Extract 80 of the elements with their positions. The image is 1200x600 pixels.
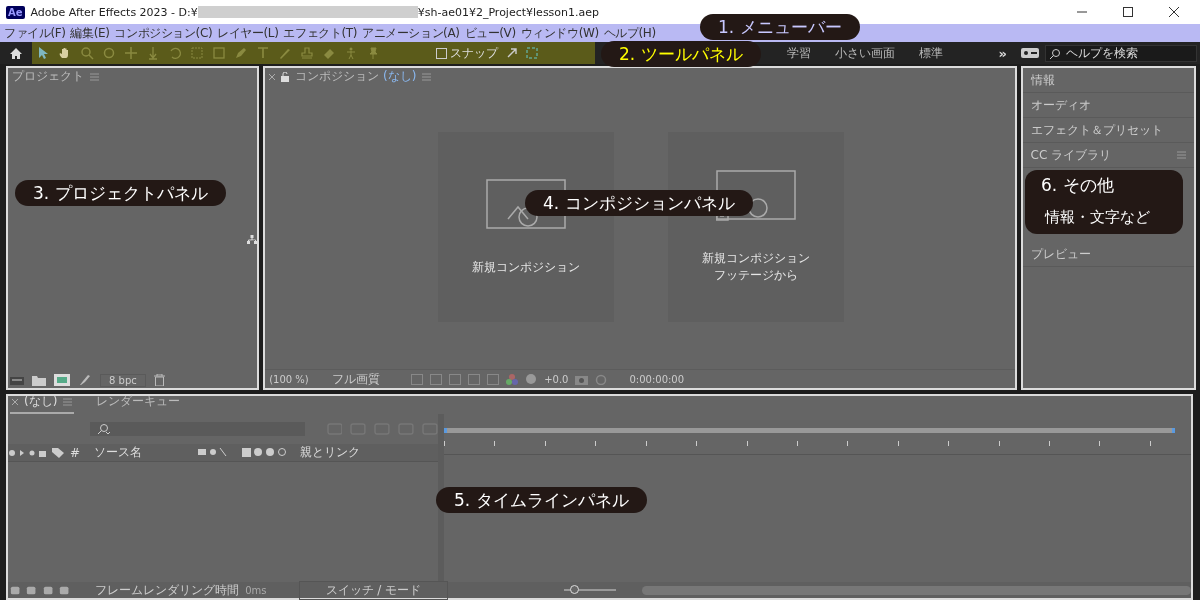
window-title: ¥sh-ae01¥2_Project¥lesson1.aep — [417, 5, 600, 19]
down-arrow-icon[interactable] — [146, 46, 160, 60]
callout-label: 6. その他 — [1041, 174, 1115, 196]
lock-icon[interactable] — [281, 71, 290, 82]
menu-icon[interactable] — [422, 72, 432, 81]
column-header[interactable]: # — [70, 445, 88, 460]
callout-label: 1. メニューバー — [718, 16, 842, 38]
bit-depth-button[interactable]: 8 bpc — [100, 373, 146, 387]
undo-arc-icon[interactable] — [168, 46, 182, 60]
folder-icon[interactable] — [32, 374, 46, 386]
panel-title[interactable]: CC ライブラリ — [1030, 146, 1112, 164]
frame-render-time: 0ms — [245, 584, 267, 596]
panel-title[interactable]: プレビュー — [1030, 245, 1091, 263]
move-cross-icon[interactable] — [124, 46, 138, 60]
pen-icon[interactable] — [234, 46, 248, 60]
column-header[interactable]: ソース名 — [94, 444, 192, 461]
panel-title[interactable]: オーディオ — [1030, 96, 1091, 114]
zoom-dropdown[interactable]: (100 %) — [269, 373, 326, 385]
workspace-tab[interactable]: 学習 — [775, 44, 823, 62]
menu-item[interactable]: 編集(E) — [70, 24, 110, 42]
callout-label: 3. プロジェクトパネル — [33, 182, 208, 204]
flowchart-icon[interactable] — [247, 235, 258, 244]
card-label: 新規コンポジション フッテージから — [701, 250, 810, 284]
layer-search-field[interactable] — [90, 422, 305, 436]
workspace-tab[interactable]: 小さい画面 — [823, 44, 907, 62]
snap-target-icon[interactable] — [526, 47, 538, 59]
label-tag-icon — [52, 447, 64, 458]
menu-item[interactable]: アニメーション(A) — [361, 24, 460, 42]
card-label: 新規コンポジション — [471, 258, 580, 276]
search-icon — [96, 423, 110, 435]
maximize-icon[interactable] — [1122, 6, 1134, 18]
workspace-tab[interactable]: 標準 — [907, 44, 955, 62]
resolution-dropdown[interactable]: フル画質 — [332, 370, 405, 388]
panel-title[interactable]: プロジェクト — [12, 68, 84, 85]
horizontal-scrollbar[interactable] — [641, 585, 1191, 595]
composition-tab[interactable]: コンポジション (なし) — [295, 68, 417, 85]
stamp-icon[interactable] — [300, 46, 314, 60]
app-logo: Ae — [6, 5, 25, 19]
dotted-square-icon[interactable] — [190, 46, 204, 60]
menu-item[interactable]: コンポジション(C) — [114, 24, 213, 42]
selection-arrow-icon[interactable] — [36, 46, 50, 60]
menu-item[interactable]: ビュー(V) — [464, 24, 516, 42]
menu-item[interactable]: レイヤー(L) — [217, 24, 279, 42]
rectangle-icon[interactable] — [212, 46, 226, 60]
menu-icon[interactable] — [63, 397, 73, 406]
magnifier-icon[interactable] — [80, 46, 94, 60]
puppet-figure-icon[interactable] — [344, 46, 358, 60]
panel-title[interactable]: 情報 — [1030, 71, 1055, 89]
snap-checkbox[interactable]: スナップ — [436, 44, 498, 62]
column-header[interactable]: 親とリンク — [300, 444, 360, 461]
timeline-tab[interactable]: レンダーキュー — [94, 393, 183, 414]
menu-item[interactable]: ファイル(F) — [4, 24, 66, 42]
panel-title[interactable]: エフェクト＆プリセット — [1030, 121, 1163, 139]
menu-item[interactable]: ヘルプ(H) — [603, 24, 656, 42]
exposure-value[interactable]: +0.0 — [544, 373, 569, 385]
more-workspaces-button[interactable]: » — [998, 45, 1015, 61]
av-switches-icon — [8, 447, 46, 458]
expand-arrow-icon[interactable] — [506, 47, 518, 59]
composition-icon[interactable] — [54, 374, 70, 386]
camera-icon[interactable] — [575, 373, 589, 385]
timecode-field[interactable]: 0:00:00:00 — [629, 373, 685, 385]
help-search-field[interactable]: ヘルプを検索 — [1045, 44, 1197, 62]
menu-item[interactable]: エフェクト(T) — [283, 24, 357, 42]
color-dots-icon[interactable] — [506, 373, 519, 385]
switches-modes-button[interactable]: スイッチ / モード — [298, 580, 449, 600]
window-title: Adobe After Effects 2023 - D:¥ — [30, 5, 198, 19]
menu-icon[interactable] — [1177, 151, 1186, 159]
callout-label: 5. タイムラインパネル — [454, 489, 629, 511]
panel-toggle-icon[interactable] — [1021, 47, 1039, 59]
text-t-icon[interactable] — [256, 46, 270, 60]
eraser-icon[interactable] — [322, 46, 336, 60]
search-icon — [1049, 47, 1061, 60]
frame-render-label: フレームレンダリング時間 — [95, 581, 240, 599]
menu-item[interactable]: ウィンドウ(W) — [520, 24, 599, 42]
close-icon[interactable] — [1168, 6, 1180, 18]
composition-icon — [485, 178, 566, 231]
callout-label: 情報・文字など — [1043, 207, 1151, 228]
trash-icon[interactable] — [153, 374, 165, 386]
menu-icon[interactable] — [90, 72, 99, 81]
callout-label: 2. ツールパネル — [619, 43, 743, 65]
